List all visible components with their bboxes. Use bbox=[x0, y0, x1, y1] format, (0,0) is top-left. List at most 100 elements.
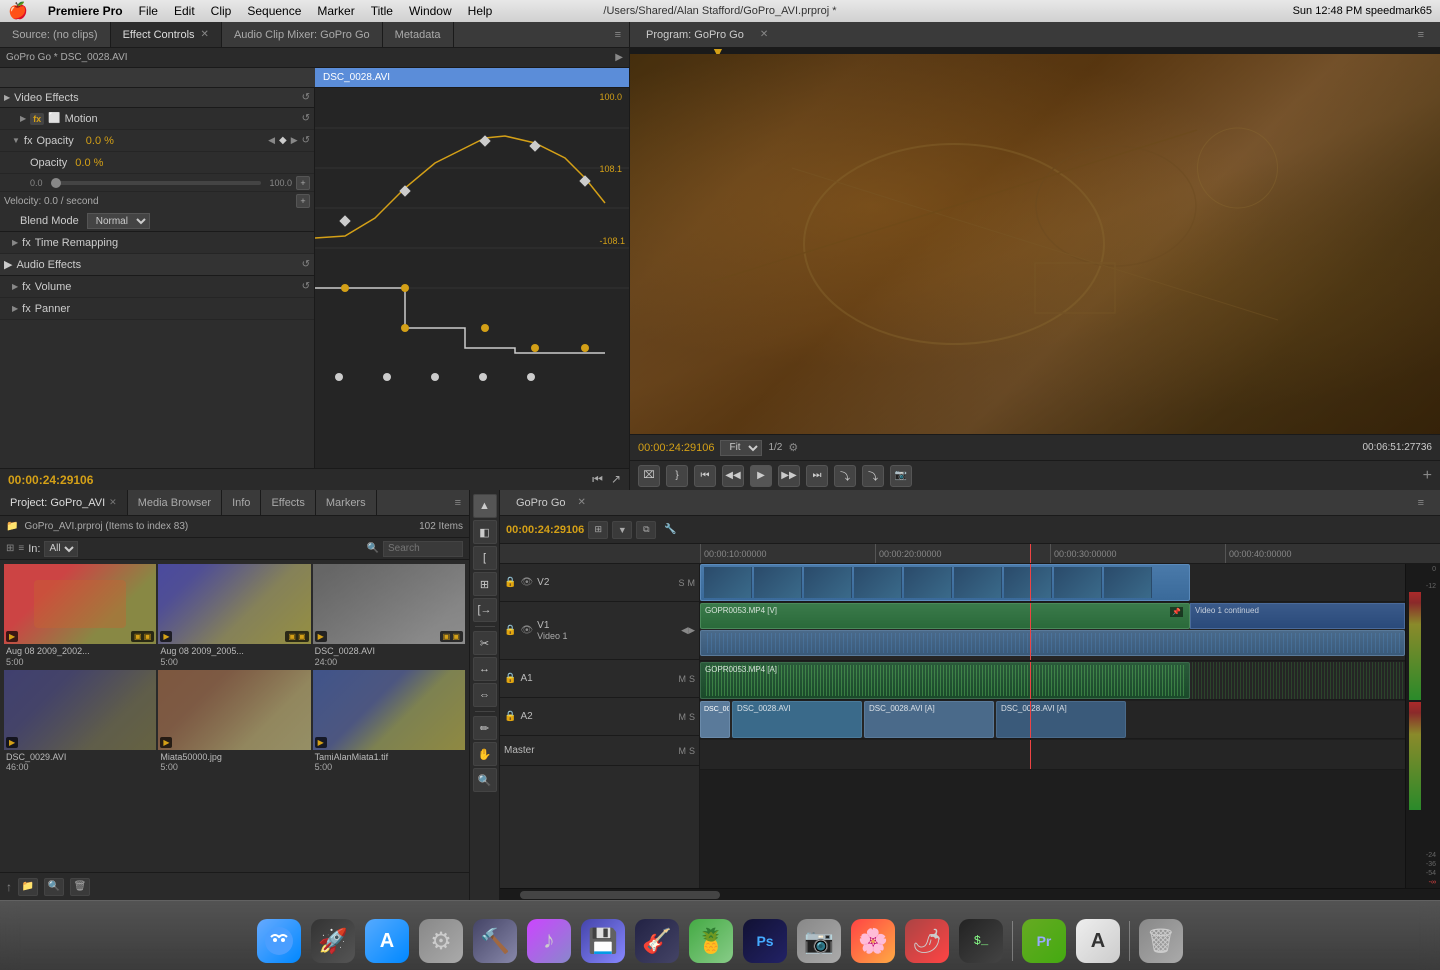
tab-effect-controls[interactable]: Effect Controls ✕ bbox=[111, 22, 222, 47]
clip-video-extended[interactable]: Video 1 continued bbox=[1190, 603, 1405, 629]
v2-eye-icon[interactable]: 👁 bbox=[520, 577, 533, 588]
fit-dropdown[interactable]: Fit bbox=[720, 440, 762, 456]
clip-v2-filmstrip[interactable] bbox=[700, 564, 1190, 601]
view-toggle-icon[interactable]: ⊞ bbox=[6, 543, 14, 554]
monitor-timecode[interactable]: 00:00:24:29106 bbox=[638, 442, 714, 454]
a2-lock-icon[interactable]: 🔒 bbox=[504, 711, 516, 722]
clip-dsc-002[interactable]: DSC_002 bbox=[700, 701, 730, 738]
dock-terminal[interactable]: $_ bbox=[956, 916, 1006, 966]
tab-markers[interactable]: Markers bbox=[316, 490, 377, 515]
tab-audio-clip-mixer[interactable]: Audio Clip Mixer: GoPro Go bbox=[222, 22, 383, 47]
menu-sequence[interactable]: Sequence bbox=[247, 4, 301, 18]
range-thumb[interactable] bbox=[51, 178, 61, 188]
tab-media-browser[interactable]: Media Browser bbox=[128, 490, 222, 515]
go-to-out-btn[interactable]: ⏭ bbox=[806, 465, 828, 487]
timeline-tab-close[interactable]: ✕ bbox=[578, 497, 586, 508]
opacity-nav-right[interactable]: ▶ bbox=[291, 135, 298, 146]
project-panel-menu[interactable]: ≡ bbox=[447, 497, 469, 509]
velocity-reset-btn[interactable]: + bbox=[296, 194, 310, 208]
step-fwd-btn[interactable]: ▶▶ bbox=[778, 465, 800, 487]
monitor-tab-program[interactable]: Program: GoPro Go bbox=[638, 29, 752, 41]
tab-effect-controls-close[interactable]: ✕ bbox=[201, 29, 209, 40]
panel-menu-button[interactable]: ≡ bbox=[607, 22, 629, 47]
menu-edit[interactable]: Edit bbox=[174, 4, 195, 18]
video-effects-header[interactable]: ▶ Video Effects ↺ bbox=[0, 88, 314, 108]
opacity-keyframe-diamond[interactable]: ◆ bbox=[279, 135, 287, 146]
mark-out-btn[interactable]: } bbox=[666, 465, 688, 487]
up-folder-icon[interactable]: ↑ bbox=[6, 880, 12, 894]
opacity-range-bar[interactable] bbox=[51, 181, 262, 185]
timeline-menu-btn[interactable]: ≡ bbox=[1410, 497, 1432, 509]
dock-itunes[interactable]: ♪ bbox=[524, 916, 574, 966]
amaster-solo-btn[interactable]: S bbox=[689, 746, 695, 756]
new-bin-btn[interactable]: 📁 bbox=[18, 878, 38, 896]
app-name[interactable]: Premiere Pro bbox=[48, 4, 123, 18]
tab-project[interactable]: Project: GoPro_AVI ✕ bbox=[0, 490, 128, 515]
a1-mute-btn[interactable]: M bbox=[678, 674, 686, 684]
dock-syspref[interactable]: ⚙ bbox=[416, 916, 466, 966]
tab-source[interactable]: Source: (no clips) bbox=[0, 22, 111, 47]
timeline-scrollbar[interactable] bbox=[500, 888, 1440, 900]
project-search-input[interactable] bbox=[383, 541, 463, 557]
thumb-item-3[interactable]: ▶ ▣ ▣ DSC_0028.AVI 24:00 bbox=[313, 564, 465, 668]
opacity-nav-left[interactable]: ◀ bbox=[268, 135, 275, 146]
thumb-item-5[interactable]: ▶ Miata50000.jpg 5:00 bbox=[158, 670, 310, 774]
panner-expand[interactable]: ▶ bbox=[12, 304, 18, 313]
hand-tool[interactable]: ✋ bbox=[473, 742, 497, 766]
dock-xcode[interactable]: 🔨 bbox=[470, 916, 520, 966]
menu-help[interactable]: Help bbox=[468, 4, 493, 18]
dock-camera[interactable]: 📷 bbox=[794, 916, 844, 966]
clip-video1[interactable] bbox=[700, 630, 1405, 656]
clip-dsc-avi-2[interactable]: DSC_0028.AVI [A] bbox=[864, 701, 994, 738]
insert-btn[interactable]: ⤵ bbox=[834, 465, 856, 487]
track-select-tool[interactable]: ◧ bbox=[473, 520, 497, 544]
menu-marker[interactable]: Marker bbox=[317, 4, 354, 18]
tab-metadata[interactable]: Metadata bbox=[383, 22, 454, 47]
delete-btn[interactable]: 🗑 bbox=[70, 878, 90, 896]
motion-reset[interactable]: ↺ bbox=[302, 113, 310, 124]
dock-pineapple[interactable]: 🍍 bbox=[686, 916, 736, 966]
slip-tool[interactable]: ↔ bbox=[473, 657, 497, 681]
amaster-mute-btn[interactable]: M bbox=[678, 746, 686, 756]
monitor-close-btn[interactable]: ✕ bbox=[760, 29, 768, 40]
tab-info[interactable]: Info bbox=[222, 490, 261, 515]
opacity-expand[interactable]: ▼ bbox=[12, 136, 20, 145]
dock-garageband[interactable]: 🎸 bbox=[632, 916, 682, 966]
tl-wrench-icon[interactable]: 🔧 bbox=[664, 524, 676, 535]
dock-spice[interactable]: 🌶 bbox=[902, 916, 952, 966]
audio-effects-header[interactable]: ▶ Audio Effects ↺ bbox=[0, 254, 314, 276]
monitor-settings-icon[interactable]: ⚙ bbox=[788, 441, 798, 454]
mark-in-btn[interactable]: ⌧ bbox=[638, 465, 660, 487]
opacity-header[interactable]: ▼ fx Opacity 0.0 % ◀ ◆ ▶ ↺ bbox=[0, 130, 314, 152]
opacity-reset[interactable]: ↺ bbox=[302, 135, 310, 146]
thumb-item-2[interactable]: ▶ ▣ ▣ Aug 08 2009_2005... 5:00 bbox=[158, 564, 310, 668]
tl-add-track-btn[interactable]: ⊞ bbox=[588, 521, 608, 539]
thumb-item-4[interactable]: ▶ DSC_0029.AVI 46:00 bbox=[4, 670, 156, 774]
in-filter-select[interactable]: All bbox=[44, 541, 78, 557]
dock-trash[interactable]: 🗑 bbox=[1136, 916, 1186, 966]
v1-lock-icon[interactable]: 🔒 bbox=[504, 625, 516, 636]
ripple-edit-tool[interactable]: [ bbox=[473, 546, 497, 570]
v1-eye-icon[interactable]: 👁 bbox=[520, 625, 533, 636]
step-back-btn[interactable]: ◀◀ bbox=[722, 465, 744, 487]
timeline-timecode[interactable]: 00:00:24:29106 bbox=[506, 524, 584, 536]
v2-solo-btn[interactable]: S bbox=[678, 578, 684, 588]
time-remap-row[interactable]: ▶ fx Time Remapping bbox=[0, 232, 314, 254]
zoom-tool[interactable]: 🔍 bbox=[473, 768, 497, 792]
a1-solo-btn[interactable]: S bbox=[689, 674, 695, 684]
clip-dsc-avi-1[interactable]: DSC_0028.AVI bbox=[732, 701, 862, 738]
clip-gopro-a1[interactable]: GOPR0053.MP4 [A] bbox=[700, 662, 1190, 699]
menu-file[interactable]: File bbox=[139, 4, 158, 18]
dock-launchpad[interactable]: 🚀 bbox=[308, 916, 358, 966]
ec-export-icon[interactable]: ↗ bbox=[611, 472, 621, 487]
play-btn[interactable]: ▶ bbox=[750, 465, 772, 487]
overwrite-btn[interactable]: ⤵ bbox=[862, 465, 884, 487]
menu-clip[interactable]: Clip bbox=[211, 4, 232, 18]
dock-photoshop[interactable]: Ps bbox=[740, 916, 790, 966]
volume-reset[interactable]: ↺ bbox=[302, 281, 310, 292]
tab-project-close[interactable]: ✕ bbox=[109, 497, 117, 508]
pen-tool[interactable]: ✏ bbox=[473, 716, 497, 740]
thumb-item-6[interactable]: ▶ TamiAlanMiata1.tif 5:00 bbox=[313, 670, 465, 774]
tl-settings-btn[interactable]: ▼ bbox=[612, 521, 632, 539]
opacity-sub-value[interactable]: 0.0 % bbox=[75, 157, 103, 169]
